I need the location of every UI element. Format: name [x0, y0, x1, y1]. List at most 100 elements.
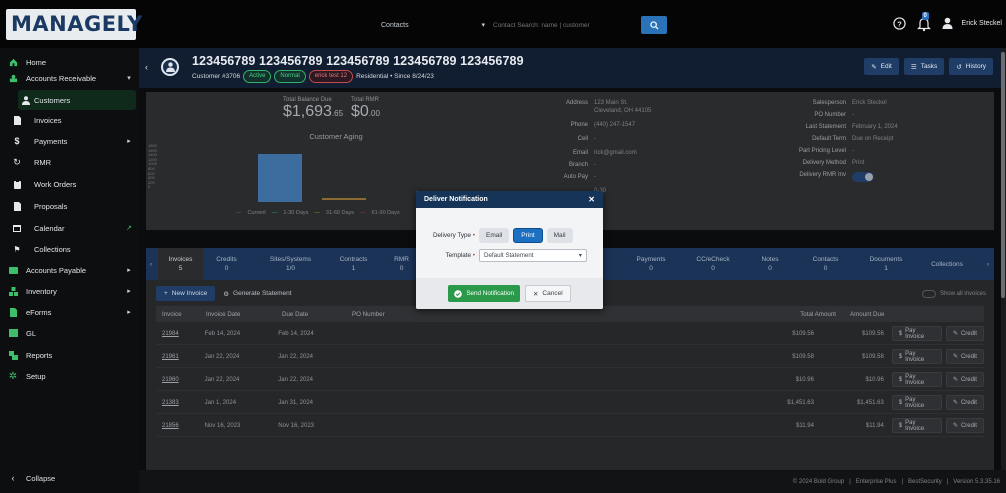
- search-input[interactable]: [493, 16, 638, 34]
- caret-down-icon: ▾: [481, 22, 485, 29]
- col-invoice-date[interactable]: Invoice Date: [202, 311, 278, 318]
- collapse-label: Collapse: [26, 473, 56, 483]
- credit-button[interactable]: ✎ Credit: [945, 395, 984, 410]
- ledger-icon: [0, 329, 26, 337]
- tab-payments[interactable]: Payments 0: [621, 248, 681, 280]
- help-icon[interactable]: ?: [892, 16, 906, 30]
- col-amount-due[interactable]: Amount Due: [842, 311, 912, 318]
- table-row: 21984 Feb 14, 2024 Feb 14, 2024 $109.56 …: [156, 323, 984, 345]
- sidebar-item-eforms[interactable]: eForms ▸: [0, 302, 139, 322]
- check-circle-icon: [454, 289, 463, 298]
- edit-button[interactable]: ✎ Edit: [864, 58, 899, 75]
- pay-invoice-button[interactable]: $ Pay Invoice: [891, 372, 942, 387]
- aging-legend: — Current —1-30 Days —31-60 Days —61-90 D…: [236, 210, 400, 216]
- pencil-icon: ✎: [871, 63, 877, 71]
- col-invoice[interactable]: Invoice: [156, 311, 202, 318]
- document-icon: [0, 201, 34, 211]
- sidebar-item-work-orders[interactable]: Work Orders: [0, 174, 139, 194]
- info-address-2: Cleveland, OH 44105: [594, 108, 652, 114]
- invoice-link[interactable]: 21856: [156, 423, 201, 429]
- search-scope-select[interactable]: Contacts ▾: [373, 16, 493, 34]
- sidebar-item-setup[interactable]: ✲ Setup: [0, 366, 139, 386]
- credit-button[interactable]: ✎ Credit: [945, 418, 984, 433]
- notifications-button[interactable]: 0: [915, 12, 933, 33]
- external-link-icon[interactable]: ↗: [119, 224, 139, 232]
- new-invoice-button[interactable]: + New Invoice: [156, 286, 216, 301]
- info-phone: Phone (440) 247-1547: [570, 122, 636, 128]
- info-cell: Cell -: [577, 136, 596, 142]
- footer: © 2024 Bold Group | Enterprise Plus | Be…: [139, 470, 1006, 493]
- sidebar-item-proposals[interactable]: Proposals: [0, 196, 139, 216]
- tab-collections[interactable]: Collections: [918, 248, 976, 280]
- tab-sites-systems[interactable]: Sites/Systems 1/0: [258, 248, 323, 280]
- credit-button[interactable]: ✎ Credit: [945, 372, 984, 387]
- cancel-button[interactable]: ✕ Cancel: [524, 285, 571, 302]
- tab-rmr[interactable]: RMR 0: [384, 248, 419, 280]
- tab-contacts[interactable]: Contacts 0: [798, 248, 853, 280]
- delivery-type-label: Delivery Type: [433, 232, 472, 239]
- delivery-print-button[interactable]: Print: [513, 228, 543, 243]
- user-avatar-icon[interactable]: [942, 17, 953, 29]
- page-scrollbar-thumb[interactable]: [1001, 52, 1005, 298]
- send-notification-button[interactable]: Send Notification: [448, 285, 520, 302]
- sidebar-item-accounts-payable[interactable]: Accounts Payable ▸: [0, 260, 139, 280]
- sidebar-item-inventory[interactable]: Inventory ▸: [0, 281, 139, 301]
- tab-cc-echeck[interactable]: CC/eCheck 0: [683, 248, 743, 280]
- credit-button[interactable]: ✎ Credit: [945, 349, 984, 364]
- logo[interactable]: MANAGELY: [6, 9, 142, 40]
- sidebar-item-accounts-receivable[interactable]: Accounts Receivable ▾: [0, 68, 139, 88]
- template-select[interactable]: Default Statement ▾: [479, 249, 587, 262]
- tasks-button[interactable]: ☰ Tasks: [903, 58, 945, 75]
- tab-contracts[interactable]: Contracts 1: [326, 248, 381, 280]
- sidebar-item-rmr[interactable]: ↻ RMR: [0, 152, 139, 172]
- delivery-email-button[interactable]: Email: [479, 228, 510, 243]
- sidebar-item-collections[interactable]: ⚑ Collections: [0, 239, 139, 259]
- sidebar-item-payments[interactable]: $ Payments ▸: [0, 131, 139, 151]
- info-delivery-method: Delivery Method Print: [802, 160, 865, 166]
- history-button[interactable]: ↺ History: [949, 58, 993, 75]
- show-all-invoices[interactable]: Show all invoices: [921, 290, 986, 298]
- person-icon: [18, 95, 34, 105]
- customer-number: Customer #3706: [192, 73, 241, 80]
- col-total-amount[interactable]: Total Amount: [692, 311, 842, 318]
- dollar-icon: $: [898, 330, 903, 337]
- invoice-link[interactable]: 21383: [156, 400, 201, 406]
- sidebar-item-calendar[interactable]: Calendar ↗: [0, 218, 139, 238]
- credit-button[interactable]: ✎ Credit: [945, 326, 984, 341]
- close-icon[interactable]: ✕: [588, 195, 595, 204]
- pay-invoice-button[interactable]: $ Pay Invoice: [891, 418, 942, 433]
- sidebar-item-reports[interactable]: Reports: [0, 345, 139, 365]
- invoice-link[interactable]: 21961: [156, 354, 201, 360]
- tab-documents[interactable]: Documents 1: [856, 248, 916, 280]
- info-email: Email rick@gmail.com: [572, 150, 637, 156]
- tab-notes[interactable]: Notes 0: [746, 248, 794, 280]
- tabs-scroll-left-icon[interactable]: ‹: [146, 248, 156, 280]
- col-po-number[interactable]: PO Number: [352, 311, 692, 318]
- col-due-date[interactable]: Due Date: [278, 311, 352, 318]
- back-icon[interactable]: ‹: [145, 62, 148, 72]
- pencil-icon: ✎: [952, 377, 958, 383]
- show-all-toggle[interactable]: [921, 290, 936, 298]
- delivery-mail-button[interactable]: Mail: [546, 228, 573, 243]
- tab-invoices[interactable]: Invoices 5: [158, 248, 203, 280]
- delivery-rmr-toggle[interactable]: [852, 172, 874, 182]
- customer-header: ‹ 123456789 123456789 123456789 12345678…: [139, 48, 1001, 88]
- invoice-link[interactable]: 21984: [156, 331, 201, 337]
- pencil-icon: ✎: [952, 354, 958, 360]
- search-button[interactable]: [641, 16, 667, 34]
- pay-invoice-button[interactable]: $ Pay Invoice: [891, 326, 942, 341]
- pay-invoice-button[interactable]: $ Pay Invoice: [891, 395, 942, 410]
- info-default-term: Default Term Due on Receipt: [812, 136, 894, 142]
- tab-credits[interactable]: Credits 0: [204, 248, 249, 280]
- user-name[interactable]: Erick Steckel: [962, 20, 1002, 27]
- sidebar-item-invoices[interactable]: Invoices: [0, 110, 139, 130]
- pay-invoice-button[interactable]: $ Pay Invoice: [891, 349, 942, 364]
- generate-statement-button[interactable]: ⚙ Generate Statement: [215, 286, 299, 301]
- invoice-link[interactable]: 21960: [156, 377, 201, 383]
- dialog-header: Deliver Notification ✕: [416, 191, 603, 208]
- sidebar-item-customers[interactable]: Customers: [18, 90, 136, 110]
- tabs-scroll-right-icon[interactable]: ›: [982, 248, 994, 280]
- sidebar-item-gl[interactable]: GL: [0, 323, 139, 343]
- collapse-sidebar-button[interactable]: ‹ Collapse: [0, 468, 139, 488]
- chevron-right-icon: ▸: [127, 309, 131, 316]
